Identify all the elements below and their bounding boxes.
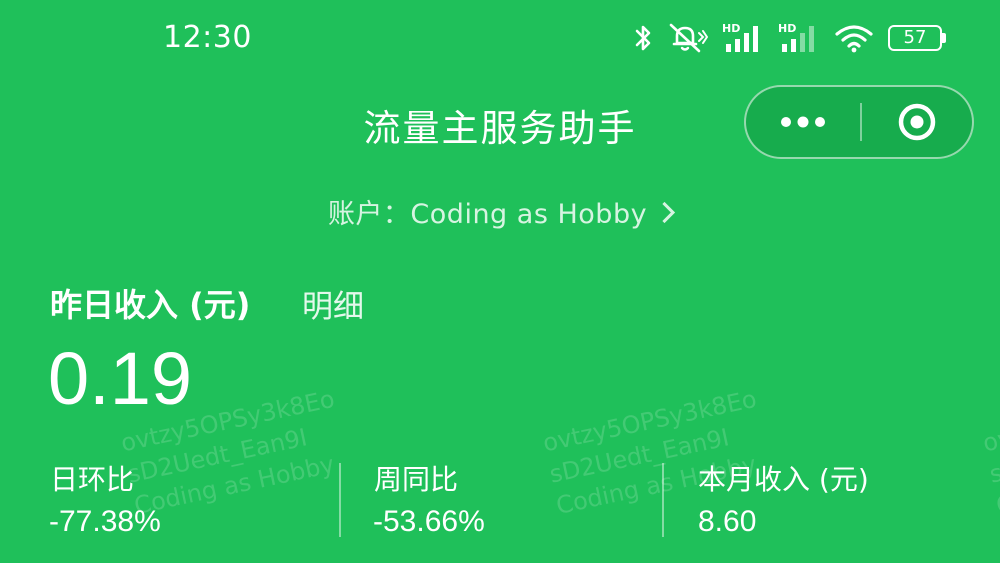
signal-1-icon: HD bbox=[722, 22, 758, 52]
account-switch[interactable]: 账户：Coding as Hobby bbox=[0, 192, 1000, 231]
status-icons: HD HD 57 bbox=[634, 20, 946, 56]
stat-divider bbox=[662, 463, 664, 537]
yesterday-income-value: 0.19 bbox=[48, 337, 193, 420]
stat-label-daily-ratio: 日环比 bbox=[50, 463, 135, 496]
account-label: 账户：Coding as Hobby bbox=[327, 199, 648, 230]
network-type-label: HD bbox=[778, 22, 796, 35]
target-close-icon bbox=[898, 103, 936, 141]
stat-value-daily-ratio: -77.38% bbox=[49, 505, 161, 538]
stat-label-month-income: 本月收入 (元) bbox=[698, 463, 869, 496]
signal-2-icon: HD bbox=[778, 22, 814, 52]
status-time: 12:30 bbox=[163, 20, 252, 55]
stat-value-month-income: 8.60 bbox=[698, 505, 757, 538]
stat-divider bbox=[339, 463, 341, 537]
close-miniprogram-button[interactable] bbox=[862, 87, 972, 157]
bluetooth-icon bbox=[635, 25, 651, 51]
battery-level: 57 bbox=[903, 27, 927, 48]
mute-bell-icon bbox=[669, 23, 708, 53]
detail-link[interactable]: 明细 bbox=[302, 281, 364, 326]
network-type-label: HD bbox=[722, 22, 740, 35]
yesterday-income-label: 昨日收入 (元) bbox=[50, 286, 251, 324]
chevron-right-icon bbox=[653, 201, 676, 224]
watermark: ovtzy5OPSy3k8EosD2Uedt_Ean9ICoding as Ho… bbox=[980, 384, 1000, 520]
wifi-icon bbox=[835, 25, 873, 53]
stat-value-weekly-ratio: -53.66% bbox=[373, 505, 485, 538]
more-dots-icon bbox=[781, 116, 825, 128]
more-options-button[interactable] bbox=[746, 87, 860, 157]
stat-label-weekly-ratio: 周同比 bbox=[374, 463, 459, 496]
battery-icon: 57 bbox=[888, 25, 946, 51]
capsule-menu bbox=[744, 85, 974, 159]
watermark: ovtzy5OPSy3k8EosD2Uedt_Ean9ICoding as Ho… bbox=[540, 384, 759, 520]
